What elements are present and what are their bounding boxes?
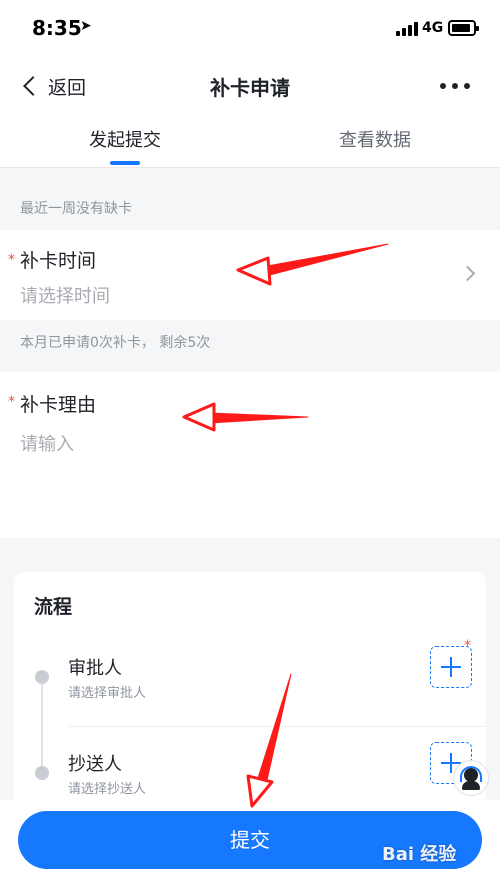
back-button[interactable]: 返回 — [20, 70, 86, 102]
reason-field-placeholder: 请输入 — [20, 434, 74, 455]
status-time: 8:35 — [32, 16, 82, 40]
approver-label: 审批人 — [68, 658, 122, 679]
baidu-watermark: Bai 经验 — [382, 844, 457, 865]
week-notice: 最近一周没有缺卡 — [20, 201, 132, 217]
required-mark: * — [8, 394, 15, 410]
required-mark: * — [8, 252, 15, 268]
month-notice: 本月已申请0次补卡， 剩余5次 — [20, 335, 211, 351]
more-icon[interactable] — [440, 74, 470, 98]
tab-view-data[interactable]: 查看数据 — [250, 126, 500, 152]
back-label: 返回 — [48, 76, 87, 99]
nav-bar: 补卡申请 返回 — [0, 60, 500, 112]
flow-title: 流程 — [34, 596, 73, 618]
reason-field[interactable]: * 补卡理由 请输入 — [0, 372, 500, 538]
battery-icon — [448, 20, 479, 36]
status-bar: 8:35 ➤ 4G — [0, 0, 500, 60]
time-field-placeholder: 请选择时间 — [20, 286, 110, 307]
network-type: 4G — [422, 20, 444, 36]
chevron-left-icon — [23, 76, 43, 96]
time-field[interactable]: * 补卡时间 请选择时间 — [0, 230, 500, 320]
time-field-label: 补卡时间 — [20, 250, 97, 272]
tab-submit[interactable]: 发起提交 — [0, 126, 250, 152]
cc-hint: 请选择抄送人 — [68, 782, 147, 797]
flow-connector — [41, 676, 43, 776]
flow-step-dot — [35, 766, 49, 780]
signal-icon — [396, 22, 418, 36]
cc-label: 抄送人 — [68, 754, 122, 775]
required-mark: * — [464, 638, 471, 654]
customer-service-icon[interactable] — [453, 760, 489, 796]
flow-step-dot — [35, 670, 49, 684]
flow-card: 流程 审批人 请选择审批人 * 抄送人 请选择抄送人 — [14, 572, 486, 832]
location-arrow-icon: ➤ — [80, 18, 92, 34]
tab-bar: 发起提交 查看数据 — [0, 112, 500, 168]
approver-hint: 请选择审批人 — [68, 686, 147, 701]
chevron-right-icon — [459, 265, 476, 282]
reason-field-label: 补卡理由 — [20, 394, 97, 416]
divider — [68, 726, 486, 727]
active-tab-indicator — [110, 161, 140, 165]
